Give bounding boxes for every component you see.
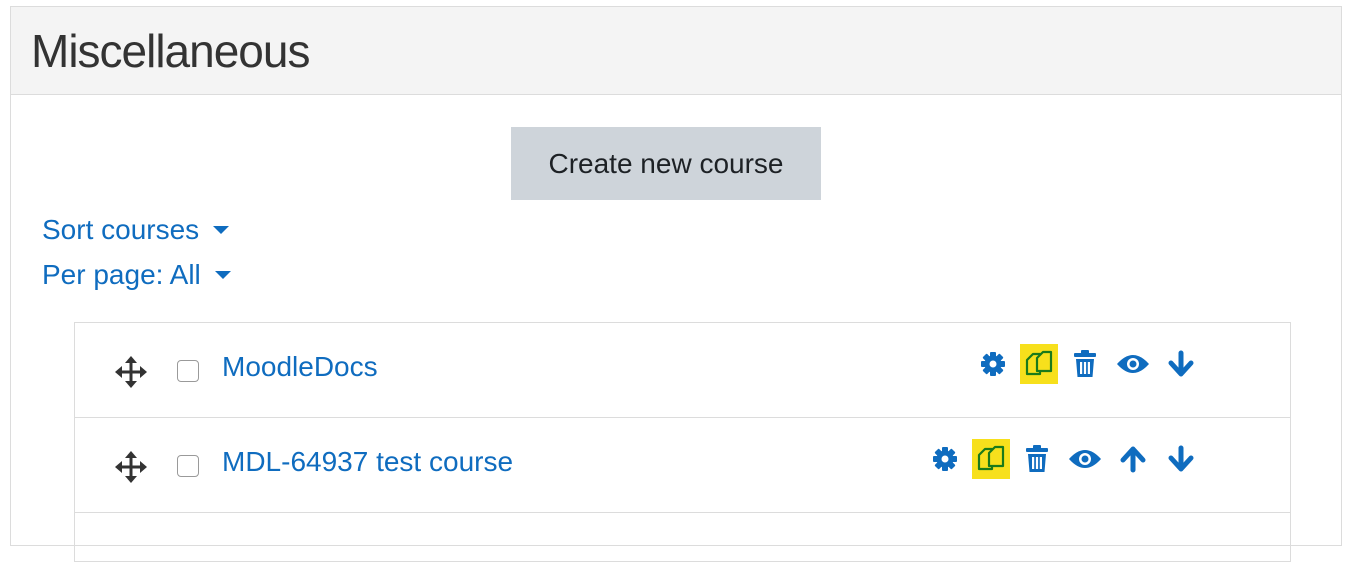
course-checkbox[interactable]	[177, 360, 199, 382]
move-up-icon[interactable]	[1112, 438, 1154, 480]
copy-icon[interactable]	[972, 439, 1010, 479]
move-down-icon[interactable]	[1160, 438, 1202, 480]
delete-icon[interactable]	[1016, 438, 1058, 480]
panel-header: Miscellaneous	[11, 7, 1341, 95]
course-link[interactable]: MDL-64937 test course	[222, 446, 513, 478]
delete-icon[interactable]	[1064, 343, 1106, 385]
move-icon[interactable]	[115, 356, 147, 388]
sort-courses-dropdown[interactable]: Sort courses	[42, 214, 230, 246]
course-actions	[918, 438, 1202, 480]
settings-icon[interactable]	[972, 343, 1014, 385]
copy-icon[interactable]	[1020, 344, 1058, 384]
create-new-course-button[interactable]: Create new course	[511, 127, 821, 200]
visibility-icon[interactable]	[1112, 343, 1154, 385]
course-row: MoodleDocs	[75, 323, 1290, 418]
course-row: MDL-64937 test course	[75, 418, 1290, 513]
visibility-icon[interactable]	[1064, 438, 1106, 480]
course-list: MoodleDocs MDL-64937 test course	[74, 322, 1291, 562]
caret-down-icon	[214, 271, 231, 279]
per-page-dropdown[interactable]: Per page: All	[42, 259, 231, 291]
page-title: Miscellaneous	[31, 24, 310, 77]
course-link[interactable]: MoodleDocs	[222, 351, 378, 383]
move-down-icon[interactable]	[1160, 343, 1202, 385]
settings-icon[interactable]	[924, 438, 966, 480]
per-page-label: Per page: All	[42, 259, 201, 290]
move-icon[interactable]	[115, 451, 147, 483]
sort-courses-label: Sort courses	[42, 214, 200, 245]
course-actions	[966, 343, 1202, 385]
caret-down-icon	[213, 226, 230, 234]
course-checkbox[interactable]	[177, 455, 199, 477]
